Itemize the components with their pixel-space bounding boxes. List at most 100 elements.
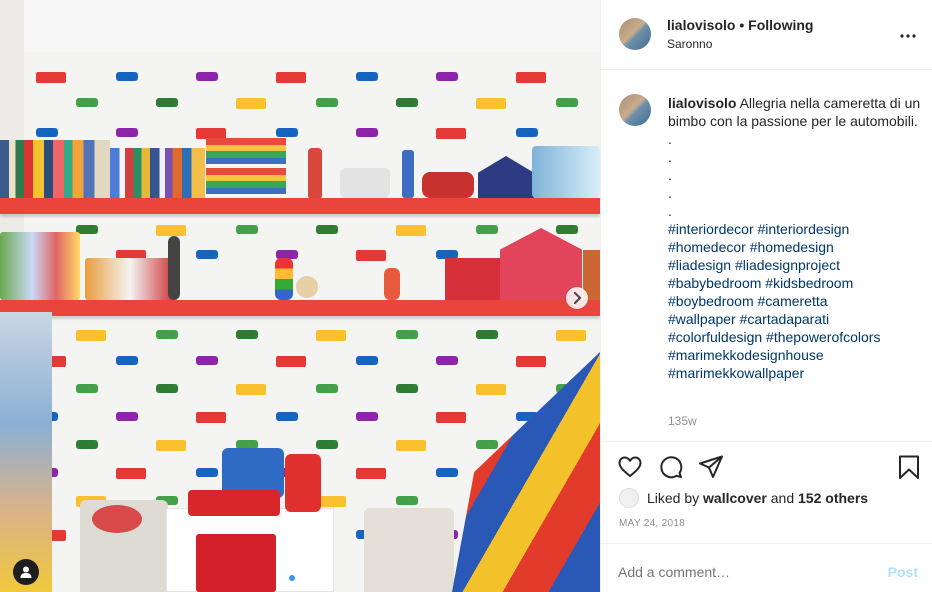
wallpaper-car <box>196 250 218 259</box>
caption-username[interactable]: lialovisolo <box>668 95 736 111</box>
heart-icon[interactable] <box>617 454 643 480</box>
likes-prefix: Liked by <box>647 490 700 506</box>
wallpaper-bus <box>396 440 426 451</box>
wallpaper-car <box>156 330 178 339</box>
book-row <box>0 140 110 198</box>
comment-input[interactable] <box>618 564 868 580</box>
post-location[interactable]: Saronno <box>667 37 712 51</box>
wallpaper-car <box>76 440 98 449</box>
wallpaper-car <box>476 440 498 449</box>
wallpaper-car <box>556 98 578 107</box>
hashtag-list: #interiordecor #interiordesign #homedeco… <box>668 220 922 382</box>
wallpaper-car <box>196 468 218 477</box>
caption: lialovisolo Allegria nella cameretta di … <box>668 94 922 382</box>
caption-author-avatar[interactable] <box>619 94 651 126</box>
comment-icon[interactable] <box>658 454 684 480</box>
wallpaper-bus <box>476 98 506 109</box>
hashtag-line[interactable]: #marimekkodesignhouse <box>668 346 922 364</box>
caption-dot: . <box>668 185 672 201</box>
toy-stacker <box>275 258 293 300</box>
red-bowl <box>92 505 142 533</box>
post-comment-button[interactable]: Post <box>888 564 918 580</box>
drawing-board <box>188 490 280 516</box>
wallpaper-car <box>76 384 98 393</box>
carousel-dot <box>299 575 305 581</box>
toy-boat <box>340 168 390 198</box>
carousel-dot-active <box>289 575 295 581</box>
hashtag-line[interactable]: #marimekkowallpaper <box>668 364 922 382</box>
caption-dot: . <box>668 131 672 147</box>
post-photo[interactable] <box>0 0 600 592</box>
pinocchio-toy <box>308 148 322 198</box>
wallpaper-car <box>36 128 58 137</box>
bookmark-icon[interactable] <box>896 454 922 480</box>
coat-rack <box>0 312 52 592</box>
likes-summary: Liked by wallcover and 152 others <box>619 488 868 508</box>
more-horizontal-icon[interactable] <box>900 22 916 43</box>
hashtag-line[interactable]: #colorfuldesign #thepowerofcolors <box>668 328 922 346</box>
book-stack <box>206 138 286 198</box>
author-username[interactable]: lialovisolo <box>667 17 735 33</box>
user-tag-icon[interactable] <box>13 559 39 585</box>
wallpaper-car <box>236 330 258 339</box>
action-bar <box>601 450 932 484</box>
wallpaper-car <box>196 72 218 81</box>
wallpaper-bus <box>516 72 546 83</box>
wallpaper-car <box>316 98 338 107</box>
wallpaper-bus <box>316 330 346 341</box>
hashtag-line[interactable]: #liadesign #liadesignproject <box>668 256 922 274</box>
wallpaper-bus <box>476 384 506 395</box>
post-date[interactable]: MAY 24, 2018 <box>619 518 685 529</box>
toy-birdhouse <box>478 156 534 198</box>
wallpaper-bus <box>236 98 266 109</box>
wallpaper-car <box>436 72 458 81</box>
toy-ball <box>296 276 318 298</box>
toy-figure <box>384 268 400 300</box>
caption-age[interactable]: 135w <box>668 414 697 428</box>
wallpaper-bus <box>116 468 146 479</box>
likes-count-link[interactable]: 152 others <box>798 490 868 506</box>
wallpaper-car <box>116 72 138 81</box>
book-row <box>110 148 205 198</box>
wallpaper-bus <box>276 72 306 83</box>
wallpaper-bus <box>156 440 186 451</box>
toy-car-red <box>422 172 474 198</box>
liker-username[interactable]: wallcover <box>703 490 767 506</box>
wallpaper-bus <box>196 412 226 423</box>
wallpaper-bus <box>516 356 546 367</box>
wallpaper-car <box>476 330 498 339</box>
hashtag-line[interactable]: #boybedroom #cameretta <box>668 292 922 310</box>
wallpaper-car <box>116 412 138 421</box>
hashtag-line[interactable]: #babybedroom #kidsbedroom <box>668 274 922 292</box>
hashtag-line[interactable]: #homedecor #homedesign <box>668 238 922 256</box>
author-avatar[interactable] <box>619 18 651 50</box>
follow-status-button[interactable]: Following <box>748 17 813 33</box>
wallpaper-bus <box>396 225 426 236</box>
wallpaper-car <box>236 225 258 234</box>
wallpaper-car <box>196 356 218 365</box>
wallpaper-car <box>476 225 498 234</box>
toy-bottles <box>532 146 600 198</box>
share-icon[interactable] <box>698 454 724 480</box>
wallpaper-car <box>436 356 458 365</box>
play-tent <box>452 352 600 592</box>
wallpaper-bus <box>236 384 266 395</box>
carousel-indicator <box>289 575 305 581</box>
wallpaper-bus <box>156 225 186 236</box>
toy-guitar <box>402 150 414 198</box>
caption-dot: . <box>668 203 672 219</box>
wallpaper-car <box>356 128 378 137</box>
wallpaper-bus <box>436 412 466 423</box>
photo-ceiling <box>0 0 600 52</box>
chevron-right-icon[interactable] <box>566 287 588 309</box>
liker-avatar[interactable] <box>619 488 639 508</box>
hashtag-line[interactable]: #interiordecor #interiordesign <box>668 220 922 238</box>
wallpaper-bus <box>356 250 386 261</box>
hashtag-line[interactable]: #wallpaper #cartadaparati <box>668 310 922 328</box>
caption-dot: . <box>668 167 672 183</box>
wallpaper-bus <box>76 330 106 341</box>
wallpaper-car <box>356 356 378 365</box>
wallpaper-car <box>276 128 298 137</box>
toy-boxes <box>0 232 80 300</box>
wallpaper-car <box>276 412 298 421</box>
